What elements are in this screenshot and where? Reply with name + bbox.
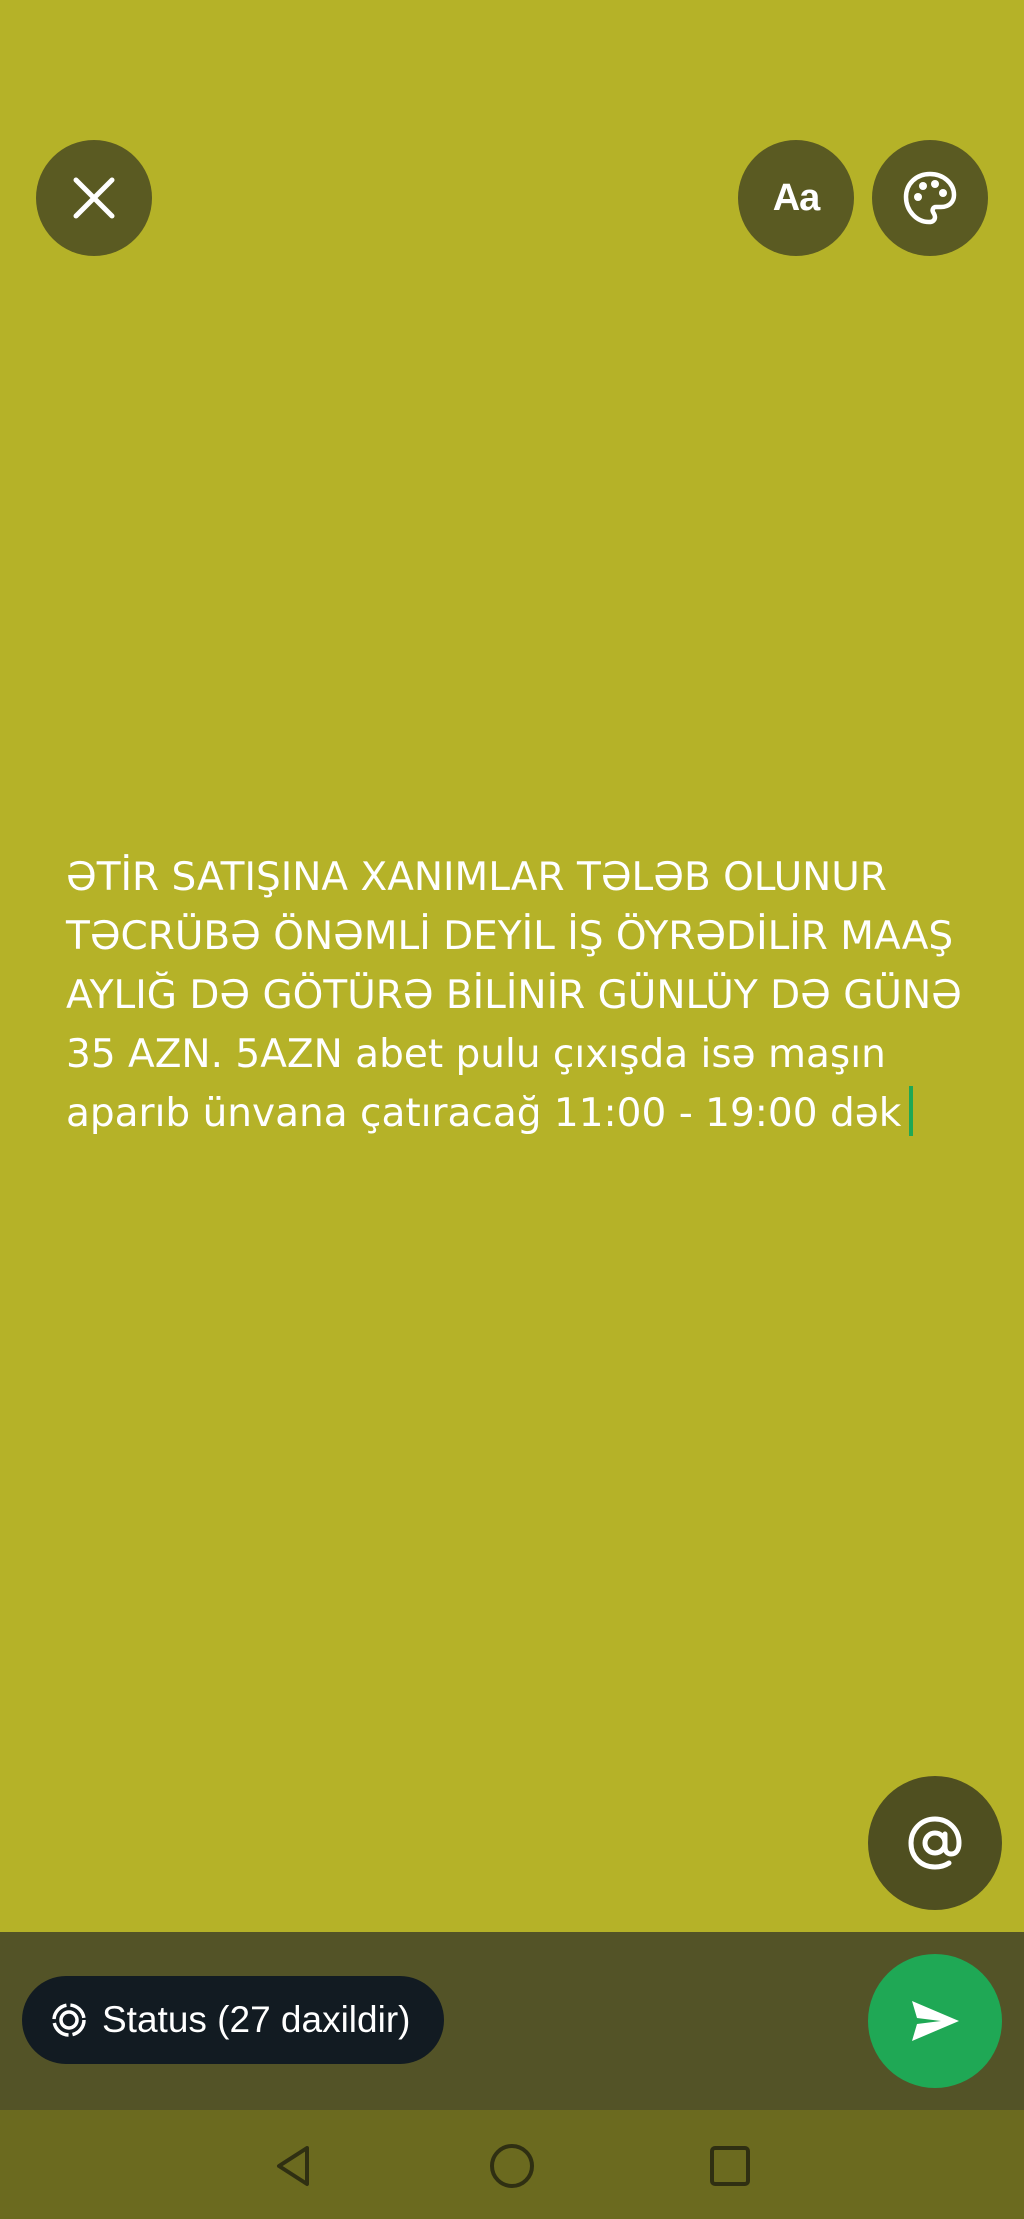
nav-home-button[interactable] [482,2136,542,2196]
status-audience-label: Status (27 daxildir) [102,1999,411,2040]
close-icon [73,177,115,219]
font-style-button[interactable]: Aa [738,140,854,256]
close-button[interactable] [36,140,152,256]
home-circle-icon [490,2144,534,2188]
status-text-input[interactable]: ƏTİR SATIŞINA XANIMLAR TƏLƏB OLUNUR TƏCR… [66,848,966,1143]
system-navigation-bar [0,2110,1024,2219]
font-style-label: Aa [772,176,821,219]
at-sign-icon [908,1816,962,1870]
send-icon [912,2001,959,2041]
composer-bottom-bar: Status (27 daxildir) [0,1932,1024,2110]
status-composer-screen: Aa ƏTİR SATIŞINA XANIMLAR TƏLƏB OLUNUR T… [0,0,1024,2219]
back-triangle-icon [277,2146,309,2186]
send-button[interactable] [868,1954,1002,2088]
nav-back-button[interactable] [264,2136,324,2196]
text-caret [909,1086,914,1136]
nav-recents-button[interactable] [700,2136,760,2196]
status-text-content: ƏTİR SATIŞINA XANIMLAR TƏLƏB OLUNUR TƏCR… [66,855,975,1136]
color-palette-button[interactable] [872,140,988,256]
status-ring-icon [50,2001,88,2039]
recents-square-icon [710,2146,750,2186]
mention-button[interactable] [868,1776,1002,1910]
palette-icon [903,171,957,225]
status-audience-button[interactable]: Status (27 daxildir) [22,1976,445,2064]
